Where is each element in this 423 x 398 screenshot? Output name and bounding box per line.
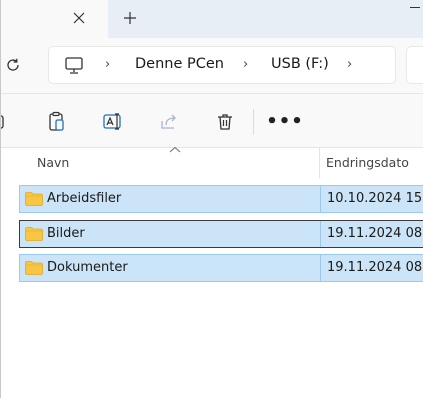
column-header-date-modified[interactable]: Endringsdato [326,155,409,170]
toolbar-divider [253,109,254,135]
chevron-right-icon[interactable]: › [105,57,110,72]
column-header-name[interactable]: Navn [37,155,69,170]
column-divider [320,255,321,281]
folder-icon [25,192,43,206]
breadcrumb[interactable]: › Denne PCen › USB (F:) › [48,46,396,84]
file-row[interactable]: Dokumenter 19.11.2024 08:23 [19,254,423,282]
file-date: 19.11.2024 08:23 [327,260,423,275]
refresh-icon [7,58,19,71]
minimize-button[interactable] [408,4,422,18]
file-name: Arbeidsfiler [47,191,122,206]
file-row[interactable]: Bilder 19.11.2024 08:35 [19,220,423,248]
column-header-row: Navn Endringsdato [0,146,423,178]
more-options-button[interactable]: ••• [266,109,303,133]
file-explorer-window: › Denne PCen › USB (F:) › ••• Navn Endri… [0,0,423,398]
folder-icon [25,261,43,275]
file-date: 19.11.2024 08:35 [327,226,423,241]
breadcrumb-item-this-pc[interactable]: Denne PCen [135,56,224,72]
tab-current[interactable] [0,0,108,38]
plus-icon [124,12,136,24]
chevron-right-icon[interactable]: › [347,57,352,72]
file-date: 10.10.2024 15:16 [327,191,423,206]
chevron-right-icon[interactable]: › [243,57,248,72]
column-divider[interactable] [319,148,320,178]
close-icon[interactable] [68,7,90,29]
rename-icon[interactable] [101,110,125,134]
column-divider [320,186,321,212]
file-name: Dokumenter [47,260,128,275]
folder-icon [25,227,43,241]
refresh-button[interactable] [2,54,24,76]
new-tab-button[interactable] [118,7,142,29]
share-icon[interactable] [157,110,181,134]
copy-icon[interactable] [0,110,12,134]
command-bar: ••• [0,94,423,148]
paste-icon[interactable] [45,110,69,134]
delete-icon[interactable] [213,110,237,134]
file-row[interactable]: Arbeidsfiler 10.10.2024 15:16 [19,185,423,213]
sort-ascending-icon [169,146,181,153]
breadcrumb-item-usb[interactable]: USB (F:) [271,56,329,72]
tab-strip [0,0,423,38]
search-box[interactable] [406,46,423,84]
column-divider [320,221,321,247]
computer-icon[interactable] [63,56,85,76]
address-row: › Denne PCen › USB (F:) › [0,38,423,94]
window-border [0,0,1,398]
file-name: Bilder [47,226,85,241]
